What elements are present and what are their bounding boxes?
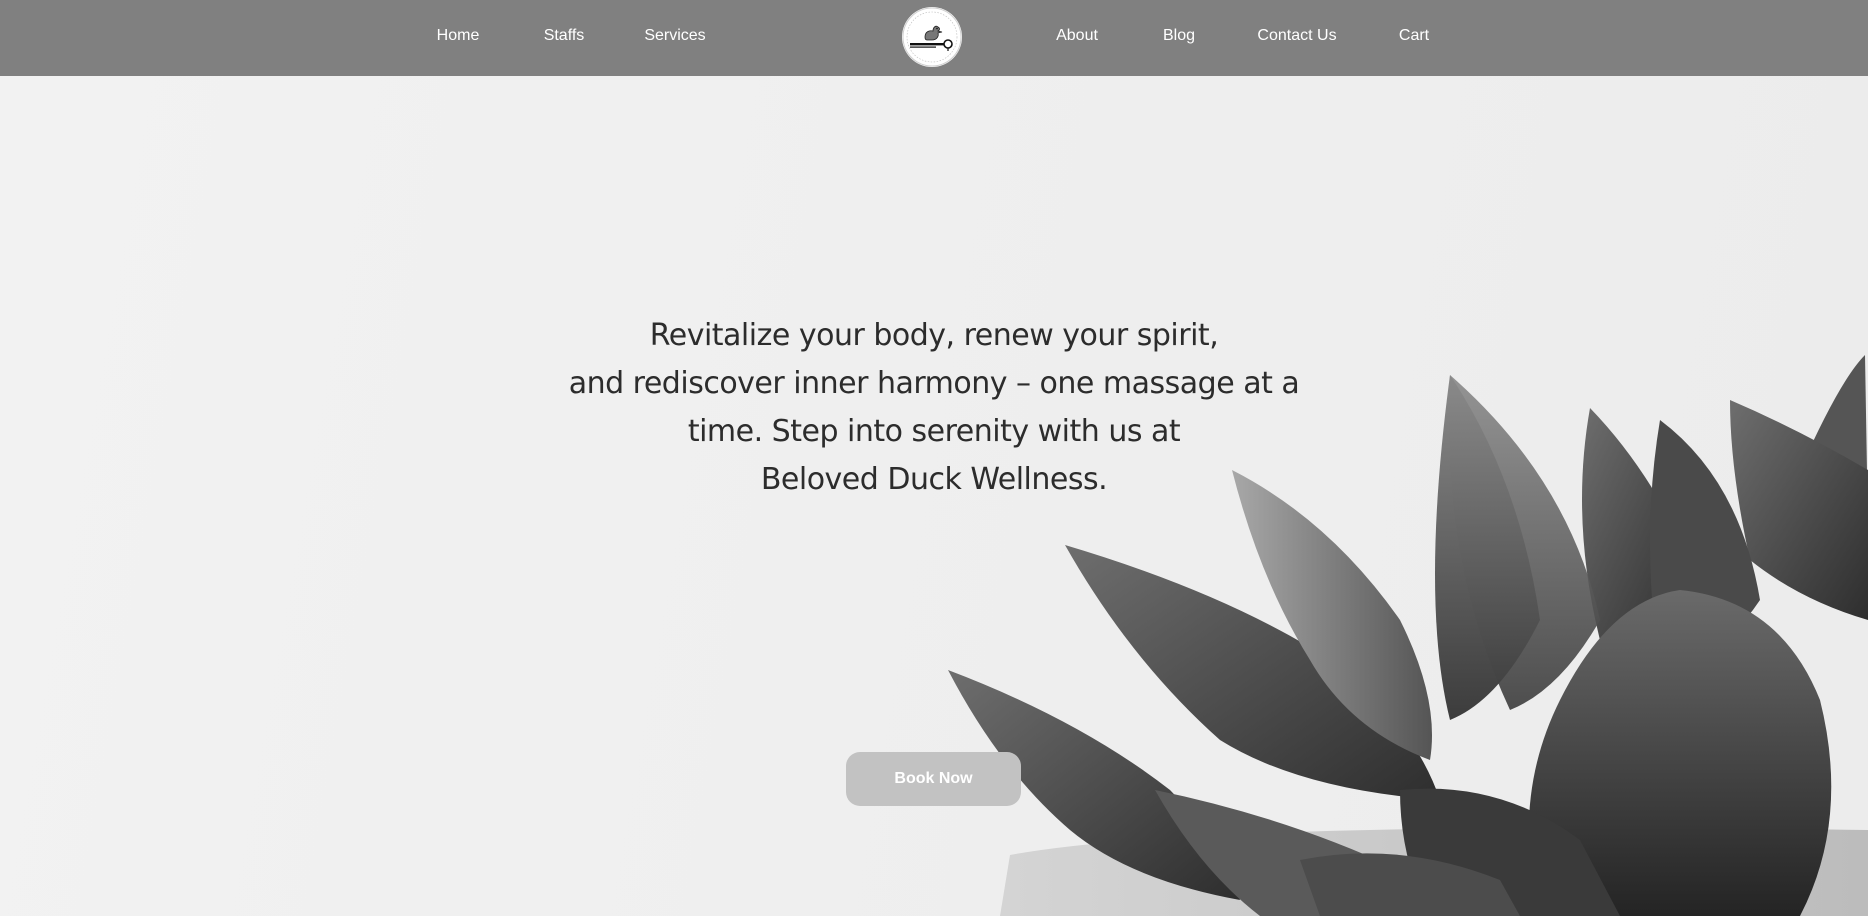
hero-tagline-line: Beloved Duck Wellness. — [760, 462, 1108, 497]
duck-logo-icon — [902, 7, 962, 67]
hero-tagline-line: and rediscover inner harmony – one massa… — [568, 366, 1300, 401]
hero-section: Revitalize your body, renew your spirit,… — [0, 76, 1868, 916]
hero-tagline-line: Revitalize your body, renew your spirit, — [649, 318, 1219, 353]
site-header: Home Staffs Services About Blog Contact … — [0, 0, 1868, 76]
nav-link-contact-us[interactable]: Contact Us — [1257, 27, 1336, 45]
book-now-button[interactable]: Book Now — [846, 752, 1021, 806]
hero-tagline-line: time. Step into serenity with us at — [687, 414, 1181, 449]
nav-link-cart[interactable]: Cart — [1399, 27, 1429, 45]
site-logo[interactable] — [902, 7, 962, 67]
nav-link-staffs[interactable]: Staffs — [544, 27, 585, 45]
nav-link-blog[interactable]: Blog — [1163, 27, 1195, 45]
hero-tagline: Revitalize your body, renew your spirit,… — [534, 312, 1334, 504]
nav-link-home[interactable]: Home — [437, 27, 480, 45]
nav-link-services[interactable]: Services — [644, 27, 705, 45]
nav-link-about[interactable]: About — [1056, 27, 1098, 45]
